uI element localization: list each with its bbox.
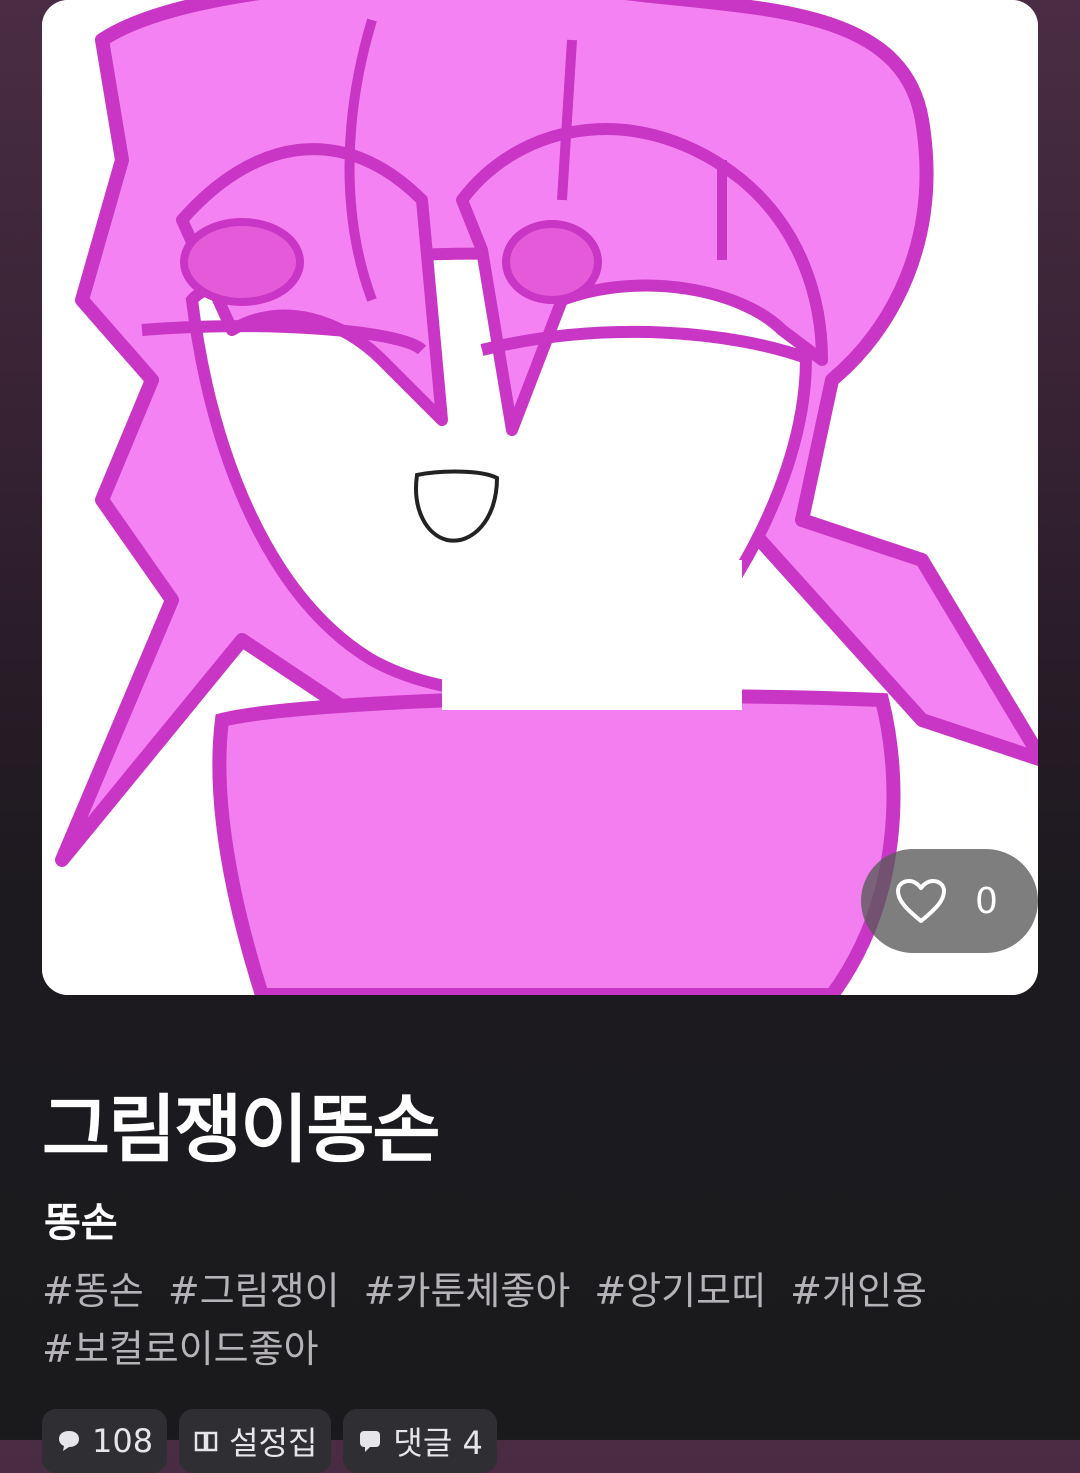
chat-count-chip[interactable]: 108	[42, 1409, 168, 1473]
tag-item[interactable]: #보컬로이드좋아	[42, 1327, 319, 1371]
like-count: 0	[975, 880, 998, 922]
info-chips: 108 설정집 댓글 4	[42, 1409, 497, 1473]
chip-label: 설정집	[229, 1424, 318, 1462]
tag-item[interactable]: #앙기모띠	[594, 1269, 766, 1313]
character-illustration	[42, 0, 1038, 995]
character-title: 그림쟁이똥손	[42, 1087, 440, 1173]
heart-outline-icon	[896, 879, 946, 923]
book-icon	[194, 1431, 218, 1452]
tag-item[interactable]: #개인용	[790, 1269, 927, 1313]
tag-item[interactable]: #카툰체좋아	[364, 1269, 571, 1313]
comment-icon	[360, 1431, 381, 1452]
chip-label: 108	[92, 1422, 154, 1460]
chip-label: 댓글 4	[393, 1424, 483, 1462]
chat-bubble-icon	[59, 1431, 79, 1451]
tag-list: #똥손 #그림쟁이 #카툰체좋아 #앙기모띠 #개인용 #보컬로이드좋아	[42, 1262, 1002, 1378]
character-image[interactable]: 0	[42, 0, 1038, 995]
settings-book-chip[interactable]: 설정집	[179, 1409, 332, 1473]
like-button[interactable]: 0	[861, 849, 1038, 953]
comments-chip[interactable]: 댓글 4	[343, 1409, 497, 1473]
tag-item[interactable]: #그림쟁이	[168, 1269, 340, 1313]
tag-item[interactable]: #똥손	[42, 1269, 144, 1313]
author-name[interactable]: 똥손	[44, 1190, 118, 1248]
